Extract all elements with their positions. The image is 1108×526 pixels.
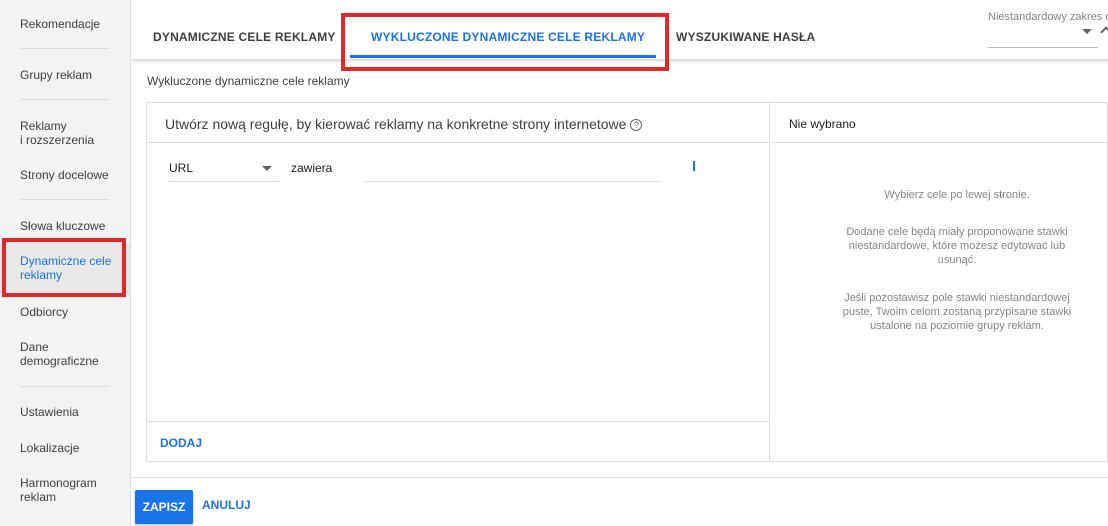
- text-cursor-indicator: [693, 161, 695, 171]
- help-icon[interactable]: ?: [630, 119, 643, 131]
- rule-field-select-value: URL: [169, 161, 194, 175]
- sidebar-item-audiences[interactable]: Odbiorcy: [0, 305, 130, 319]
- action-bar: ZAPISZ ANULUJ: [132, 477, 1108, 526]
- section-title: Wykluczone dynamiczne cele reklamy: [147, 74, 350, 88]
- rule-value-input[interactable]: [363, 151, 662, 182]
- rule-builder-footer: DODAJ: [147, 421, 769, 461]
- sidebar-divider: [20, 199, 109, 200]
- custom-bid-info-text: Dodane cele będą miały proponowane stawk…: [846, 226, 1068, 266]
- rule-operator-label: zawiera: [291, 161, 333, 175]
- sidebar-item-ad-groups[interactable]: Grupy reklam: [0, 68, 130, 82]
- rule-builder-title: Utwórz nową regułę, by kierować reklamy …: [165, 116, 643, 132]
- rule-editor-panel: Utwórz nową regułę, by kierować reklamy …: [146, 102, 1108, 462]
- save-button[interactable]: ZAPISZ: [135, 490, 193, 524]
- selected-targets-title: Nie wybrano: [789, 117, 856, 131]
- sidebar-divider: [20, 386, 109, 387]
- date-range-underline: [988, 47, 1098, 48]
- selected-targets-pane: Nie wybrano Wybierz cele po lewej stroni…: [771, 103, 1107, 461]
- rule-builder-header: Utwórz nową regułę, by kierować reklamy …: [147, 103, 769, 143]
- default-bid-info-text: Jeśli pozostawisz pole stawki niestandar…: [842, 292, 1072, 332]
- tab-highlight-box: [341, 13, 669, 71]
- chevron-down-icon[interactable]: [1100, 26, 1108, 38]
- date-range-dropdown-icon[interactable]: [1082, 29, 1092, 34]
- date-range-label[interactable]: Niestandardowy zakres d: [988, 11, 1108, 23]
- dropdown-arrow-icon: [262, 166, 272, 171]
- rule-field-select[interactable]: URL: [169, 151, 279, 182]
- selected-targets-header: Nie wybrano: [771, 103, 1107, 143]
- add-rule-button[interactable]: DODAJ: [160, 436, 202, 450]
- sidebar-item-recommendations[interactable]: Rekomendacje: [0, 17, 130, 31]
- sidebar-item-keywords[interactable]: Słowa kluczowe: [0, 219, 130, 233]
- sidebar-highlight-box: [2, 238, 126, 297]
- tab-dynamic-ad-targets[interactable]: DYNAMICZNE CELE REKLAMY: [153, 30, 336, 44]
- sidebar-divider: [20, 99, 109, 100]
- cancel-button[interactable]: ANULUJ: [202, 498, 251, 512]
- selection-hint-text: Wybierz cele po lewej stronie.: [884, 189, 1030, 201]
- sidebar-item-ads-extensions[interactable]: Reklamy i rozszerzenia: [0, 119, 130, 147]
- tab-search-terms[interactable]: WYSZUKIWANE HASŁA: [676, 30, 815, 44]
- sidebar-item-settings[interactable]: Ustawienia: [0, 405, 130, 419]
- sidebar-item-locations[interactable]: Lokalizacje: [0, 441, 130, 455]
- sidebar-divider: [20, 48, 109, 49]
- sidebar-item-ad-schedule[interactable]: Harmonogram reklam: [0, 476, 130, 504]
- sidebar-item-landing-pages[interactable]: Strony docelowe: [0, 168, 130, 182]
- rule-builder-pane: Utwórz nową regułę, by kierować reklamy …: [147, 103, 770, 461]
- sidebar-item-demographics[interactable]: Dane demograficzne: [0, 340, 130, 368]
- rule-builder-title-text: Utwórz nową regułę, by kierować reklamy …: [165, 116, 627, 132]
